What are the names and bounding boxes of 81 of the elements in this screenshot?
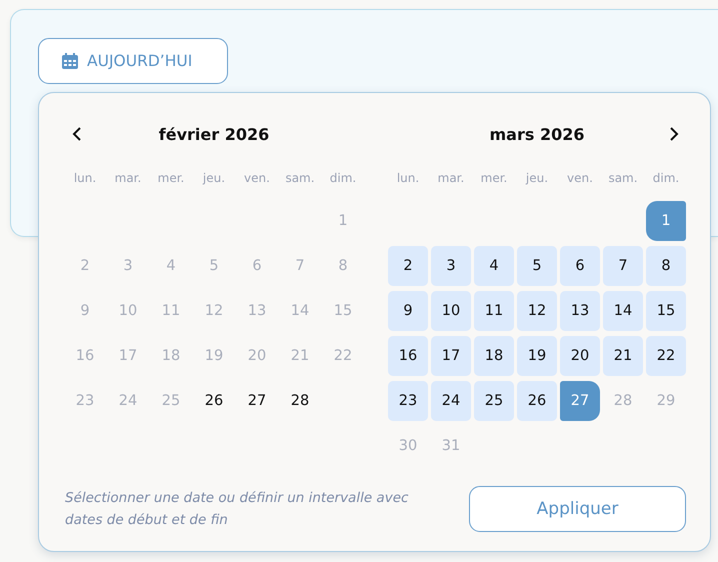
day-cell[interactable]: 23 (65, 381, 105, 421)
day-cell[interactable]: 27 (560, 381, 600, 421)
day-cell[interactable]: 9 (65, 291, 105, 331)
day-cell[interactable]: 19 (194, 336, 234, 376)
day-cell[interactable]: 2 (388, 246, 428, 286)
weekday-label: mer. (480, 170, 508, 187)
day-cell[interactable]: 31 (431, 426, 471, 466)
day-cell[interactable]: 16 (388, 336, 428, 376)
day-cell[interactable]: 22 (646, 336, 686, 376)
day-cell[interactable]: 3 (431, 246, 471, 286)
day-cell[interactable]: 23 (388, 381, 428, 421)
chevron-right-icon (669, 126, 679, 142)
weekday-label: sam. (607, 170, 639, 187)
day-cell[interactable]: 12 (517, 291, 557, 331)
day-cell[interactable]: 2 (65, 246, 105, 286)
month-title: mars 2026 (488, 124, 586, 144)
day-cell[interactable]: 28 (280, 381, 320, 421)
day-cell[interactable]: 17 (108, 336, 148, 376)
weekday-label: dim. (328, 170, 358, 187)
weekday-label: ven. (566, 170, 594, 187)
weekday-label: mer. (156, 170, 186, 187)
day-cell[interactable]: 14 (603, 291, 643, 331)
day-cell[interactable]: 27 (237, 381, 277, 421)
day-cell[interactable]: 10 (108, 291, 148, 331)
day-cell[interactable]: 5 (517, 246, 557, 286)
day-cell[interactable]: 11 (151, 291, 191, 331)
day-cell[interactable]: 30 (388, 426, 428, 466)
day-cell[interactable]: 25 (151, 381, 191, 421)
day-cell[interactable]: 19 (517, 336, 557, 376)
month-title: février 2026 (158, 124, 270, 144)
day-cell[interactable]: 28 (603, 381, 643, 421)
day-cell[interactable]: 10 (431, 291, 471, 331)
day-cell[interactable]: 14 (280, 291, 320, 331)
weekday-label: jeu. (202, 170, 226, 187)
day-cell[interactable]: 11 (474, 291, 514, 331)
day-cell[interactable]: 13 (560, 291, 600, 331)
chevron-left-icon (72, 126, 82, 142)
weekday-label: mar. (436, 170, 466, 187)
calendar-icon (61, 52, 79, 70)
day-cell[interactable]: 25 (474, 381, 514, 421)
day-cell[interactable]: 4 (474, 246, 514, 286)
day-cell[interactable]: 6 (237, 246, 277, 286)
day-cell[interactable]: 17 (431, 336, 471, 376)
day-cell[interactable]: 21 (603, 336, 643, 376)
weekday-label: dim. (652, 170, 680, 187)
day-cell[interactable]: 21 (280, 336, 320, 376)
day-cell[interactable]: 22 (323, 336, 363, 376)
day-cell[interactable]: 3 (108, 246, 148, 286)
apply-button[interactable]: Appliquer (469, 486, 686, 532)
day-cell[interactable]: 8 (323, 246, 363, 286)
day-cell[interactable]: 18 (474, 336, 514, 376)
weekday-label: jeu. (524, 170, 550, 187)
day-cell[interactable]: 16 (65, 336, 105, 376)
day-cell[interactable]: 7 (603, 246, 643, 286)
day-cell[interactable]: 4 (151, 246, 191, 286)
day-cell[interactable]: 24 (431, 381, 471, 421)
weekday-label: mar. (114, 170, 142, 187)
day-cell[interactable]: 9 (388, 291, 428, 331)
day-cell[interactable]: 5 (194, 246, 234, 286)
day-cell[interactable]: 13 (237, 291, 277, 331)
day-cell[interactable]: 26 (194, 381, 234, 421)
day-cell[interactable]: 1 (323, 201, 363, 241)
weekday-label: lun. (396, 170, 420, 187)
day-cell[interactable]: 20 (560, 336, 600, 376)
day-cell[interactable]: 24 (108, 381, 148, 421)
day-cell[interactable]: 1 (646, 201, 686, 241)
day-cell[interactable]: 15 (646, 291, 686, 331)
day-cell[interactable]: 7 (280, 246, 320, 286)
today-button[interactable]: AUJOURD’HUI (38, 38, 228, 84)
day-cell[interactable]: 12 (194, 291, 234, 331)
day-cell[interactable]: 8 (646, 246, 686, 286)
weekday-label: lun. (72, 170, 98, 187)
weekday-label: sam. (284, 170, 316, 187)
hint-text: Sélectionner une date ou définir un intervalle avec dates de début et de fin (65, 489, 410, 530)
day-cell[interactable]: 15 (323, 291, 363, 331)
day-cell[interactable]: 29 (646, 381, 686, 421)
day-cell[interactable]: 20 (237, 336, 277, 376)
weekday-label: ven. (243, 170, 271, 187)
day-cell[interactable]: 26 (517, 381, 557, 421)
day-cell[interactable]: 6 (560, 246, 600, 286)
day-cell[interactable]: 18 (151, 336, 191, 376)
